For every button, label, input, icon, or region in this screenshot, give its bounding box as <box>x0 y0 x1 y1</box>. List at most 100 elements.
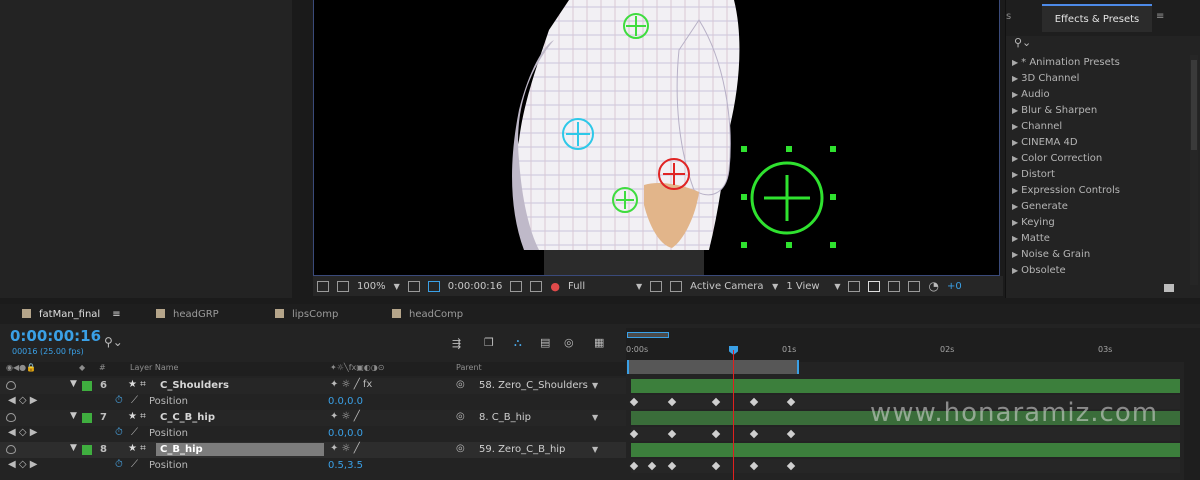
effects-category[interactable]: ▶ Color Correction <box>1012 151 1197 167</box>
monitor-icon[interactable] <box>337 280 349 292</box>
layer-name[interactable]: C_C_B_hip <box>160 412 215 423</box>
label-color[interactable] <box>82 445 92 455</box>
expand-arrow-icon[interactable]: ▶ <box>1012 202 1018 211</box>
shy-icon[interactable]: ◎ <box>564 336 574 349</box>
effects-category[interactable]: ▶ Blur & Sharpen <box>1012 103 1197 119</box>
keyframe[interactable] <box>786 397 796 407</box>
keyframe[interactable] <box>629 429 639 439</box>
effects-category[interactable]: ▶ Expression Controls <box>1012 183 1197 199</box>
exposure-value[interactable]: +0 <box>947 281 962 292</box>
keyframe[interactable] <box>711 429 721 439</box>
effects-category[interactable]: ▶ Matte <box>1012 231 1197 247</box>
effects-category[interactable]: ▶ CINEMA 4D <box>1012 135 1197 151</box>
chevron-down-icon[interactable]: ▼ <box>394 282 400 291</box>
expand-arrow-icon[interactable]: ▶ <box>1012 154 1018 163</box>
keyframe[interactable] <box>711 397 721 407</box>
pick-whip-icon[interactable]: ◎ <box>456 411 465 422</box>
keyframe[interactable] <box>667 397 677 407</box>
stopwatch-icon[interactable]: ⏱ <box>115 395 123 406</box>
tab-previous[interactable]: s <box>1006 11 1011 22</box>
keyframe[interactable] <box>786 461 796 471</box>
keyframe[interactable] <box>711 461 721 471</box>
color-channels-icon[interactable]: ● <box>550 280 560 293</box>
effects-category[interactable]: ▶ * Animation Presets <box>1012 55 1197 71</box>
keyframe[interactable] <box>647 461 657 471</box>
current-time-display[interactable]: 0:00:00:16 <box>10 327 101 345</box>
new-folder-icon[interactable] <box>1164 284 1174 292</box>
chevron-down-icon[interactable]: ▼ <box>772 282 778 291</box>
transparency-grid-icon[interactable] <box>427 280 440 292</box>
tab-fatman-final[interactable]: fatMan_final ≡ <box>22 307 121 323</box>
effects-category[interactable]: ▶ Noise & Grain <box>1012 247 1197 263</box>
parent-dropdown[interactable]: 58. Zero_C_Shoulders <box>479 380 588 391</box>
keyframe[interactable] <box>749 429 759 439</box>
tab-lipscomp[interactable]: lipsComp <box>275 307 338 323</box>
expand-arrow-icon[interactable]: ▶ <box>1012 186 1018 195</box>
eye-icon[interactable] <box>6 381 16 390</box>
expand-arrow-icon[interactable]: ▶ <box>1012 250 1018 259</box>
chevron-down-icon[interactable]: ▼ <box>592 413 598 422</box>
graph-editor-icon[interactable]: ▦ <box>594 336 604 349</box>
graph-icon[interactable]: ⟋ <box>131 427 138 438</box>
label-color[interactable] <box>82 413 92 423</box>
keyframe-nav-icon[interactable]: ◀ ◇ ▶ <box>8 459 37 470</box>
always-preview-icon[interactable] <box>317 280 329 292</box>
time-ruler[interactable] <box>626 328 1200 362</box>
pick-whip-icon[interactable]: ◎ <box>456 379 465 390</box>
comp-mini-flowchart-icon[interactable]: ⇶ <box>452 337 461 350</box>
frame-blending-icon[interactable]: ▤ <box>540 336 550 349</box>
graph-icon[interactable]: ⟋ <box>131 459 138 470</box>
hamburger-icon[interactable]: ≡ <box>112 309 120 320</box>
draft-3d-icon[interactable]: ❒ <box>484 336 494 349</box>
reset-exposure-icon[interactable]: ◔ <box>928 279 938 293</box>
expand-arrow-icon[interactable]: ▶ <box>1012 218 1018 227</box>
chevron-down-icon[interactable]: ▼ <box>592 381 598 390</box>
effects-category[interactable]: ▶ Audio <box>1012 87 1197 103</box>
tab-headcomp[interactable]: headComp <box>392 307 463 323</box>
expand-arrow-icon[interactable]: ▶ <box>1012 266 1018 275</box>
effects-scrollbar-thumb[interactable] <box>1191 60 1197 150</box>
keyframe[interactable] <box>629 461 639 471</box>
keyframe[interactable] <box>667 429 677 439</box>
effects-category[interactable]: ▶ Keying <box>1012 215 1197 231</box>
effects-category[interactable]: ▶ Channel <box>1012 119 1197 135</box>
hamburger-icon[interactable]: ≡ <box>1156 11 1164 22</box>
twirl-down-icon[interactable]: ▼ <box>70 379 77 389</box>
layer-duration-bar[interactable] <box>631 443 1180 457</box>
layer-name[interactable]: C_Shoulders <box>160 380 229 391</box>
layer-duration-bar[interactable] <box>631 379 1180 393</box>
keyframe[interactable] <box>786 429 796 439</box>
switch-icons[interactable]: ✦ ☼ ╱ <box>330 443 360 454</box>
expand-arrow-icon[interactable]: ▶ <box>1012 58 1018 67</box>
eye-icon[interactable] <box>6 445 16 454</box>
chevron-down-icon[interactable]: ▼ <box>834 282 840 291</box>
effects-category[interactable]: ▶ Obsolete <box>1012 263 1197 279</box>
expand-arrow-icon[interactable]: ▶ <box>1012 106 1018 115</box>
fast-preview-icon[interactable] <box>868 280 881 292</box>
tab-effects-presets[interactable]: Effects & Presets <box>1042 4 1152 32</box>
flowchart-icon[interactable] <box>908 280 921 292</box>
label-color[interactable] <box>82 381 92 391</box>
resolution-dropdown[interactable]: Full <box>568 281 628 292</box>
stopwatch-icon[interactable]: ⏱ <box>115 427 123 438</box>
twirl-down-icon[interactable]: ▼ <box>70 411 77 421</box>
current-time-line[interactable] <box>733 350 734 480</box>
view-layout-dropdown[interactable]: 1 View <box>786 281 826 292</box>
expand-arrow-icon[interactable]: ▶ <box>1012 122 1018 131</box>
work-area-bar[interactable] <box>627 360 799 374</box>
expand-arrow-icon[interactable]: ▶ <box>1012 138 1018 147</box>
roi-icon[interactable] <box>650 280 663 292</box>
time-navigator[interactable] <box>627 332 669 338</box>
camera-dropdown[interactable]: Active Camera <box>690 281 764 292</box>
chevron-down-icon[interactable]: ▼ <box>636 282 642 291</box>
search-icon[interactable]: ⚲⌄ <box>104 335 123 349</box>
motion-blur-icon[interactable]: ⛬ <box>514 336 522 350</box>
keyframe-nav-icon[interactable]: ◀ ◇ ▶ <box>8 395 37 406</box>
camera-icon[interactable] <box>510 280 523 292</box>
timeline-icon[interactable] <box>888 280 901 292</box>
layer-name[interactable]: C_B_hip <box>156 443 324 456</box>
keyframe[interactable] <box>749 397 759 407</box>
layer-row[interactable]: ▼ 7 ★ ⌗ C_C_B_hip ✦ ☼ ╱ ◎ 8. C_B_hip ▼ <box>0 410 626 426</box>
column-parent[interactable]: Parent <box>456 363 482 372</box>
property-value[interactable]: 0.0,0.0 <box>328 428 363 439</box>
